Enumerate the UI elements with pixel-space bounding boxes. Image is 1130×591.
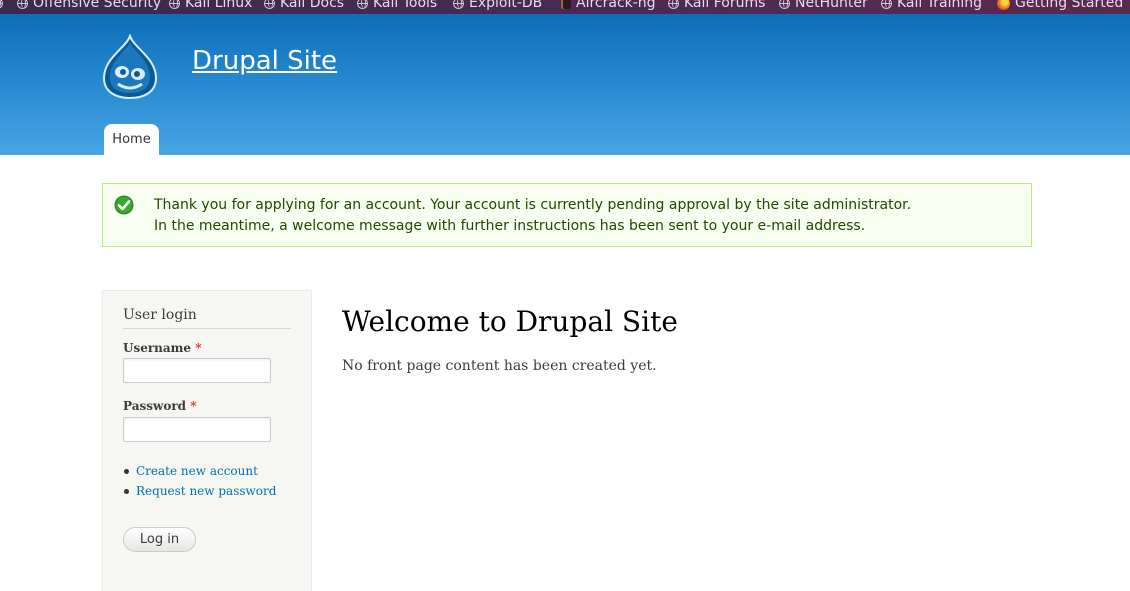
tab-home[interactable]: Home	[104, 124, 159, 155]
bookmark-kali-training[interactable]: Kali Training	[881, 0, 982, 11]
bookmark-nethunter[interactable]: NetHunter	[779, 0, 868, 11]
globe-icon	[17, 0, 28, 9]
bookmark-label: Kali Docs	[280, 0, 345, 11]
status-text: Thank you for applying for an account. Y…	[154, 195, 911, 237]
globe-icon	[668, 0, 679, 9]
front-page-message: No front page content has been created y…	[342, 358, 657, 374]
bookmark-getting-started[interactable]: Getting Started	[997, 0, 1123, 11]
password-label-text: Password	[123, 399, 187, 413]
drupal-drop-icon[interactable]	[100, 34, 160, 100]
status-message: Thank you for applying for an account. Y…	[102, 183, 1032, 247]
bookmark-label: Aircrack-ng	[576, 0, 656, 11]
aircrack-icon	[561, 0, 571, 9]
login-links: Create new account Request new password	[123, 461, 276, 501]
bookmark-label: Kali Tools	[373, 0, 438, 11]
bookmark-label: Kali Linux	[185, 0, 253, 11]
firefox-icon	[997, 0, 1010, 10]
bookmark-label: Exploit-DB	[469, 0, 543, 11]
bookmark-kali-docs[interactable]: Kali Docs	[264, 0, 344, 11]
required-marker: *	[190, 399, 197, 413]
user-login-block: User login Username * Password * Create …	[102, 290, 312, 591]
site-name-link[interactable]: Drupal Site	[192, 46, 337, 76]
username-label-text: Username	[123, 341, 192, 355]
list-item: Create new account	[123, 461, 276, 481]
bookmarks-toolbar: Offensive Security Kali Linux Kali Docs …	[0, 0, 1130, 14]
bookmark-label: Offensive Security	[33, 0, 162, 11]
globe-icon	[779, 0, 790, 9]
required-marker: *	[195, 341, 202, 355]
globe-icon	[169, 0, 180, 9]
list-item: Request new password	[123, 481, 276, 501]
page-title: Welcome to Drupal Site	[342, 305, 678, 338]
bookmark-aircrack-ng[interactable]: Aircrack-ng	[561, 0, 656, 11]
username-input[interactable]	[123, 358, 271, 383]
request-password-link[interactable]: Request new password	[136, 484, 276, 498]
globe-icon	[357, 0, 368, 9]
password-input[interactable]	[123, 417, 271, 442]
bookmark-label: Kali Training	[897, 0, 982, 11]
globe-icon	[264, 0, 275, 9]
site-header: Drupal Site Home	[0, 14, 1130, 155]
password-label: Password *	[123, 399, 197, 413]
username-label: Username *	[123, 341, 201, 355]
status-line-1: Thank you for applying for an account. Y…	[154, 197, 912, 213]
bookmark-label: NetHunter	[795, 0, 868, 11]
check-icon	[114, 195, 134, 215]
create-account-link[interactable]: Create new account	[136, 464, 258, 478]
login-button[interactable]: Log in	[123, 527, 196, 552]
globe-icon	[881, 0, 892, 9]
globe-icon	[453, 0, 464, 9]
bookmark-label: Kali Forums	[684, 0, 766, 11]
bookmark-kali-linux[interactable]: Kali Linux	[169, 0, 252, 11]
globe-icon	[0, 0, 3, 9]
bookmark-exploit-db[interactable]: Exploit-DB	[453, 0, 542, 11]
bookmark-kali-tools[interactable]: Kali Tools	[357, 0, 437, 11]
bookmark-label: Getting Started	[1015, 0, 1124, 11]
login-block-title: User login	[123, 307, 291, 329]
bookmark-kali-forums[interactable]: Kali Forums	[668, 0, 765, 11]
bookmark-truncated[interactable]	[0, 0, 8, 11]
status-line-2: In the meantime, a welcome message with …	[154, 218, 866, 234]
bookmark-offensive-security[interactable]: Offensive Security	[17, 0, 161, 11]
